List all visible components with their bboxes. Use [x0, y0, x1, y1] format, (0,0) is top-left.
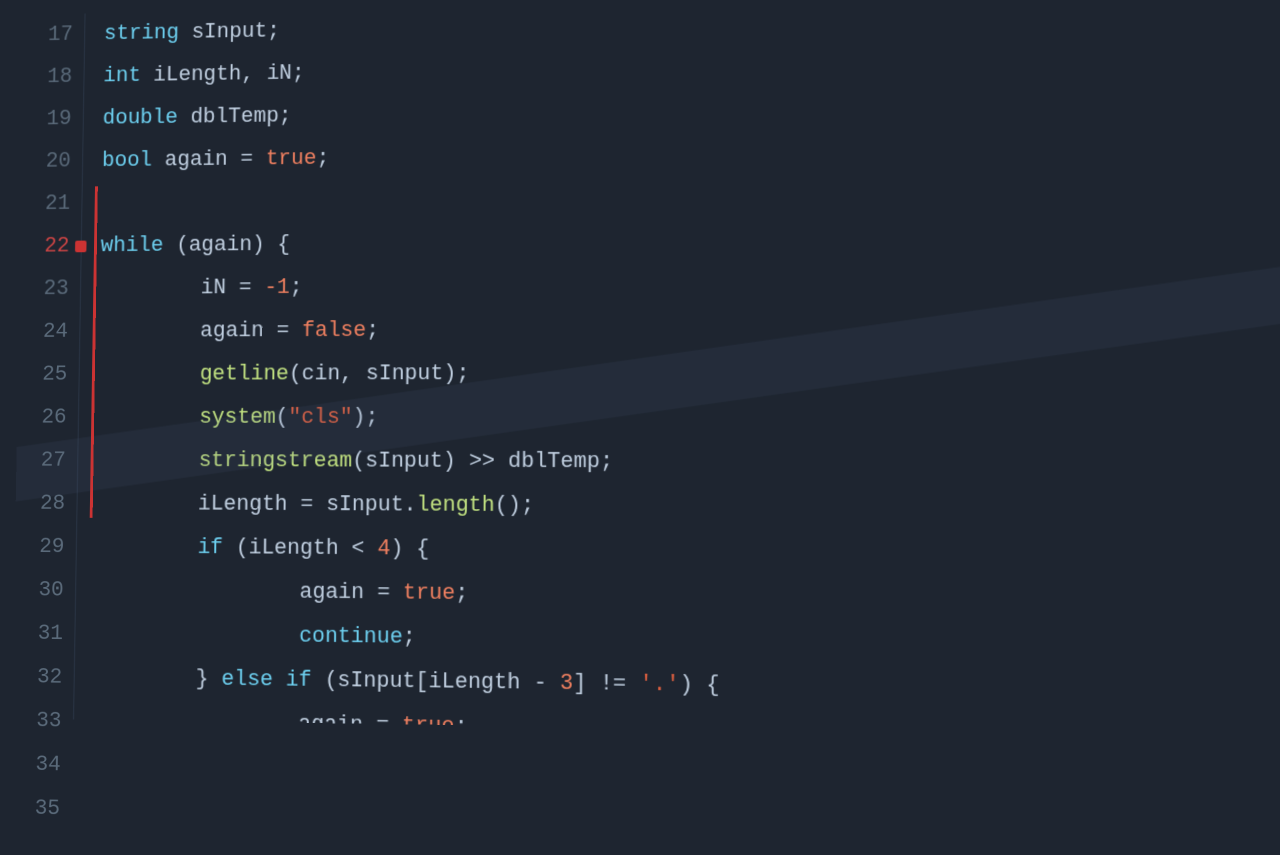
code-editor: 17 18 19 20 21 22 23 24 25 26 27 28 29 3… — [12, 0, 1280, 737]
code-line-24: again = false; — [99, 305, 1280, 353]
code-line-28: iLength = sInput.length(); — [96, 482, 1280, 532]
line-num-28: 28 — [15, 482, 65, 525]
line-num-29: 29 — [15, 525, 65, 569]
breakpoint-22 — [75, 241, 87, 253]
line-num-18: 18 — [23, 56, 73, 99]
line-num-27: 27 — [16, 439, 66, 482]
line-num-17: 17 — [24, 14, 74, 57]
code-line-22: while (again) { — [100, 215, 1280, 267]
line-num-23: 23 — [19, 268, 69, 311]
line-num-31: 31 — [13, 612, 63, 656]
code-line-26: system("cls"); — [98, 396, 1280, 441]
line-num-25: 25 — [18, 353, 68, 396]
line-num-30: 30 — [14, 569, 64, 613]
code-line-27: stringstream(sInput) >> dblTemp; — [97, 439, 1280, 486]
code-line-23: iN = -1; — [100, 260, 1280, 310]
line-numbers-gutter: 17 18 19 20 21 22 23 24 25 26 27 28 29 3… — [12, 14, 86, 720]
line-num-26: 26 — [17, 396, 67, 439]
line-num-32: 32 — [12, 655, 62, 699]
line-num-20: 20 — [21, 140, 71, 183]
line-num-19: 19 — [22, 98, 72, 141]
line-num-34: 34 — [11, 743, 62, 788]
line-num-33: 33 — [11, 699, 62, 743]
line-num-35: 35 — [10, 786, 61, 831]
line-num-24: 24 — [18, 311, 68, 354]
code-line-25: getline(cin, sInput); — [98, 351, 1280, 397]
line-num-21: 21 — [21, 183, 71, 226]
line-num-22: 22 — [20, 225, 70, 268]
code-area[interactable]: string sInput; int iLength, iN; double d… — [74, 0, 1280, 737]
